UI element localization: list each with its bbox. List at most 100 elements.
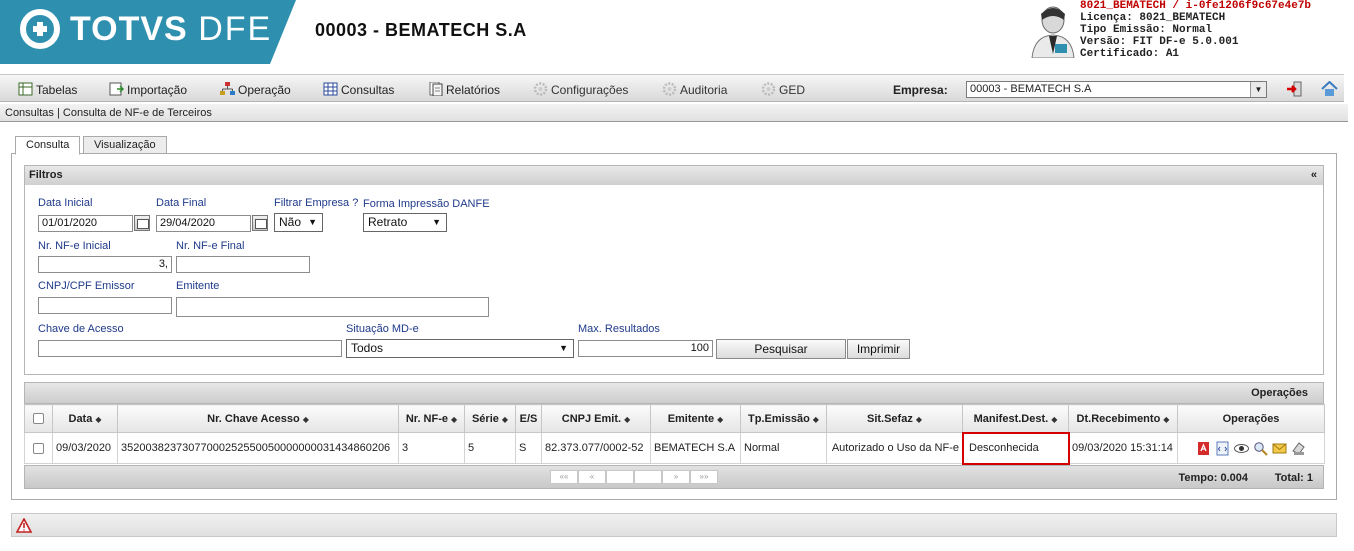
data-inicial-label: Data Inicial — [38, 197, 93, 209]
sort-icon: ◆ — [95, 414, 102, 424]
sort-icon: ◆ — [624, 414, 631, 424]
home-icon[interactable] — [1321, 81, 1338, 97]
prev-page-icon[interactable]: « — [578, 470, 606, 484]
select-all-checkbox[interactable] — [33, 413, 44, 425]
status-bar — [11, 513, 1337, 537]
row-checkbox[interactable] — [33, 442, 44, 454]
view-icon[interactable] — [1234, 441, 1249, 456]
nr-final-label: Nr. NF-e Final — [176, 240, 245, 252]
col-emitente[interactable]: Emitente ◆ — [650, 404, 741, 433]
next-page-icon[interactable]: » — [662, 470, 690, 484]
cell-operacoes — [1177, 432, 1325, 464]
operation-icon — [220, 82, 235, 95]
sort-icon: ◆ — [1051, 414, 1058, 424]
cell-emitente: BEMATECH S.A — [650, 432, 741, 464]
pesquisar-button[interactable]: Pesquisar — [716, 339, 846, 359]
col-manifest[interactable]: Manifest.Dest. ◆ — [962, 404, 1069, 433]
license-line: Licença: 8021_BEMATECH — [1080, 12, 1226, 24]
forma-impressao-select[interactable]: Retrato ▼ — [363, 213, 447, 232]
email-icon[interactable] — [1272, 441, 1287, 456]
warning-icon[interactable] — [16, 518, 32, 533]
logo-band: TOTVS DFE — [0, 0, 296, 64]
report-icon — [429, 82, 443, 96]
company-title: 00003 - BEMATECH S.A — [315, 20, 527, 40]
results-header: Operações — [24, 382, 1324, 404]
nr-inicial-input[interactable]: 3, — [38, 256, 172, 273]
emitente-label: Emitente — [176, 280, 220, 292]
menu-relatorios[interactable]: Relatórios — [428, 81, 500, 99]
menu-importacao[interactable]: Importação — [109, 81, 187, 99]
data-inicial-input[interactable]: 01/01/2020 — [38, 215, 133, 232]
col-dt-recebimento[interactable]: Dt.Recebimento ◆ — [1068, 404, 1178, 433]
menu-auditoria[interactable]: Auditoria — [662, 81, 727, 99]
forma-impressao-label: Forma Impressão DANFE — [363, 198, 490, 210]
table-icon — [18, 82, 33, 96]
exit-icon[interactable] — [1286, 81, 1302, 97]
cell-serie: 5 — [464, 432, 516, 464]
col-es[interactable]: E/S — [515, 404, 542, 433]
cell-manifest: Desconhecida — [961, 431, 1070, 465]
tab-visualizacao[interactable]: Visualização — [83, 136, 167, 154]
cell-data: 09/03/2020 — [52, 432, 118, 464]
col-chave[interactable]: Nr. Chave Acesso ◆ — [117, 404, 399, 433]
total-count: Total: 1 — [1274, 472, 1313, 484]
gear-icon — [662, 82, 677, 96]
menu-ged[interactable]: GED — [761, 81, 805, 99]
sort-icon: ◆ — [501, 414, 509, 424]
col-nr-nfe[interactable]: Nr. NF-e ◆ — [398, 404, 465, 433]
first-page-icon[interactable]: «« — [550, 470, 578, 484]
select-all-header[interactable] — [24, 404, 53, 433]
imprimir-button[interactable]: Imprimir — [847, 339, 910, 359]
col-tp-emissao[interactable]: Tp.Emissão ◆ — [740, 404, 827, 433]
gear-icon — [533, 82, 548, 96]
max-resultados-input[interactable]: 100 — [578, 340, 713, 357]
sort-icon: ◆ — [717, 414, 724, 424]
emission-type-line: Tipo Emissão: Normal — [1080, 24, 1213, 36]
last-page-icon[interactable]: »» — [690, 470, 718, 484]
col-data[interactable]: Data ◆ — [52, 404, 118, 433]
col-serie[interactable]: Série ◆ — [464, 404, 516, 433]
search-icon[interactable] — [1253, 441, 1268, 456]
cnpj-input[interactable] — [38, 297, 172, 314]
certificate-line: Certificado: A1 — [1080, 48, 1180, 60]
row-select-cell[interactable] — [24, 432, 53, 464]
results-table: Data ◆ Nr. Chave Acesso ◆ Nr. NF-e ◆ Série ◆… — [24, 404, 1325, 465]
grid-icon — [323, 82, 338, 96]
cell-cnpj: 82.373.077/0002-52 — [541, 432, 651, 464]
breadcrumb: Consultas | Consulta de NF-e de Terceiro… — [0, 104, 1348, 122]
xml-icon[interactable] — [1215, 441, 1230, 456]
cell-chave: 3520038237307700025255005000000003143486… — [117, 432, 399, 464]
calendar-icon[interactable] — [134, 215, 150, 231]
pdf-icon[interactable] — [1196, 441, 1211, 456]
print-icon[interactable] — [1291, 441, 1306, 456]
emitente-input[interactable] — [176, 297, 489, 317]
filtrar-empresa-select[interactable]: Não ▼ — [274, 213, 323, 232]
col-sit-sefaz[interactable]: Sit.Sefaz ◆ — [826, 404, 963, 433]
table-header-row: Data ◆ Nr. Chave Acesso ◆ Nr. NF-e ◆ Série ◆… — [24, 404, 1325, 433]
empresa-select[interactable]: 00003 - BEMATECH S.A ▼ — [966, 81, 1267, 98]
menu-operacao[interactable]: Operação — [220, 81, 291, 99]
situacao-select[interactable]: Todos ▼ — [346, 339, 574, 358]
chave-input[interactable] — [38, 340, 342, 357]
menu-tabelas[interactable]: Tabelas — [18, 81, 77, 99]
instance-id: 8021_BEMATECH / i-0fe1206f9c67e4e7b — [1080, 0, 1312, 12]
data-final-input[interactable]: 29/04/2020 — [156, 215, 251, 232]
collapse-icon[interactable]: « — [1311, 166, 1317, 185]
cell-tp-emissao: Normal — [740, 432, 827, 464]
col-operacoes: Operações — [1177, 404, 1325, 433]
sort-icon: ◆ — [915, 414, 922, 424]
main-menu-bar: Tabelas Importação Operação Consultas Re… — [0, 74, 1344, 102]
table-row[interactable]: 09/03/2020 35200382373077000252550050000… — [24, 431, 1325, 465]
chevron-down-icon[interactable]: ▼ — [1250, 82, 1266, 97]
tab-consulta[interactable]: Consulta — [15, 136, 81, 155]
page-input[interactable] — [606, 470, 634, 484]
col-cnpj[interactable]: CNPJ Emit. ◆ — [541, 404, 651, 433]
menu-consultas[interactable]: Consultas — [323, 81, 394, 99]
nr-final-input[interactable] — [176, 256, 310, 273]
empresa-label: Empresa: — [893, 83, 948, 97]
chevron-down-icon: ▼ — [559, 343, 568, 353]
gear-icon — [761, 82, 776, 96]
menu-configuracoes[interactable]: Configurações — [533, 81, 628, 99]
sort-icon: ◆ — [451, 414, 458, 424]
calendar-icon[interactable] — [252, 215, 268, 231]
